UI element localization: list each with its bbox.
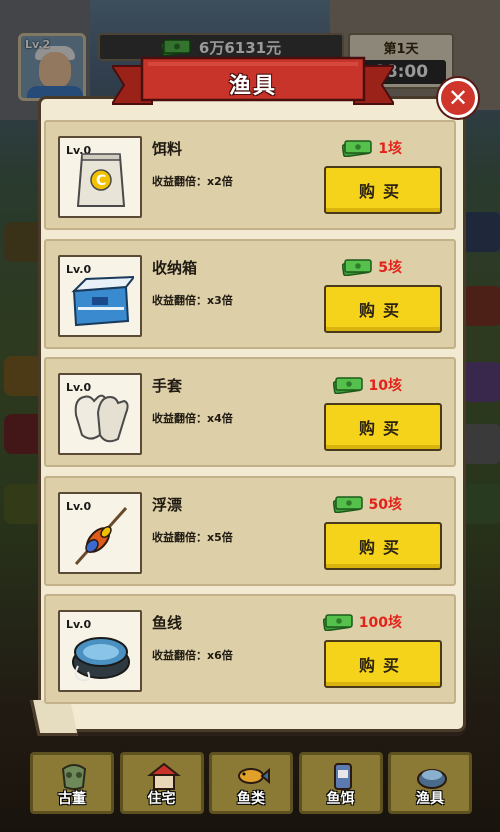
price-amount: 10垓	[368, 378, 402, 394]
item-list: Lv.0 C 饵料 收益翻倍：x2倍 1垓 购买 Lv.0 收纳箱 收益翻倍：x…	[44, 120, 456, 713]
item-thumbnail: Lv.0	[58, 610, 142, 692]
bait-icon	[326, 761, 360, 791]
item-thumbnail: Lv.0	[58, 491, 142, 574]
nav-label: 住宅	[147, 791, 176, 807]
cash-icon	[322, 614, 353, 631]
cash-icon	[342, 140, 372, 157]
antique-icon	[57, 761, 91, 791]
nav-antique[interactable]: 古董	[30, 752, 114, 814]
item-thumbnail: Lv.0 C	[58, 136, 142, 218]
buy-button[interactable]: 购买	[324, 284, 442, 333]
nav-label: 鱼类	[237, 791, 265, 807]
item-name: 收纳箱	[152, 258, 198, 277]
item-price: 50垓	[332, 492, 402, 516]
house-icon	[146, 761, 181, 791]
price-amount: 50垓	[368, 496, 402, 513]
money-amount: 6万6131元	[198, 38, 282, 57]
fish-icon	[236, 761, 270, 791]
item-name: 鱼线	[152, 614, 183, 632]
item-price: 10垓	[332, 373, 402, 397]
buy-button[interactable]: 购买	[324, 640, 442, 688]
nav-label: 鱼饵	[326, 791, 355, 807]
item-price: 100垓	[322, 610, 402, 634]
bait-bag-icon: C	[76, 153, 126, 207]
fishing-line-icon	[72, 637, 130, 682]
item-name: 手套	[152, 377, 183, 395]
item-bonus: 收益翻倍：x4倍	[152, 412, 233, 425]
avatar-face	[39, 52, 71, 88]
nav-gear[interactable]: 渔具	[388, 752, 472, 814]
nav-label: 古董	[58, 791, 86, 807]
gear-icon	[415, 761, 449, 791]
close-button[interactable]: ✕	[438, 78, 478, 118]
nav-fish[interactable]: 鱼类	[209, 752, 293, 814]
list-item: Lv.0 鱼线 收益翻倍：x6倍 100垓 购买	[44, 594, 456, 704]
price-amount: 100垓	[358, 615, 402, 631]
item-thumbnail: Lv.0	[58, 373, 142, 455]
list-item: Lv.0 手套 收益翻倍：x4倍 10垓 购买	[44, 357, 456, 467]
close-icon: ✕	[447, 84, 469, 112]
cash-icon	[332, 377, 363, 394]
item-price: 1垓	[342, 136, 402, 160]
tackle-box-icon	[71, 275, 134, 326]
buy-button[interactable]: 购买	[324, 521, 442, 570]
price-amount: 5垓	[378, 259, 402, 276]
panel-title: 渔具	[228, 74, 277, 99]
nav-house[interactable]: 住宅	[119, 752, 204, 814]
item-bonus: 收益翻倍：x5倍	[152, 530, 233, 544]
cash-icon	[332, 495, 363, 513]
list-item: Lv.0 浮漂 收益翻倍：x5倍 50垓 购买	[44, 475, 456, 586]
price-amount: 1垓	[378, 141, 402, 157]
day-label: 第1天	[383, 42, 419, 57]
buy-button[interactable]: 购买	[324, 166, 442, 214]
player-avatar[interactable]: Lv.2	[18, 33, 86, 101]
float-bobber-icon	[74, 506, 128, 565]
nav-label: 渔具	[416, 791, 444, 807]
player-level: Lv.2	[25, 38, 51, 51]
item-thumbnail: Lv.0	[58, 254, 142, 337]
list-item: Lv.0 收纳箱 收益翻倍：x3倍 5垓 购买	[44, 238, 456, 349]
cash-icon	[160, 38, 191, 56]
item-price: 5垓	[342, 255, 402, 279]
item-bonus: 收益翻倍：x6倍	[152, 649, 233, 662]
item-bonus: 收益翻倍：x3倍	[152, 293, 233, 307]
svg-text:C: C	[96, 173, 106, 189]
cash-icon	[342, 258, 372, 276]
list-item: Lv.0 C 饵料 收益翻倍：x2倍 1垓 购买	[44, 120, 456, 230]
item-bonus: 收益翻倍：x2倍	[152, 175, 233, 188]
nav-bait[interactable]: 鱼饵	[298, 752, 383, 814]
item-name: 饵料	[152, 140, 183, 158]
buy-button[interactable]: 购买	[324, 403, 442, 451]
bottom-nav: 古董 住宅 鱼类 鱼饵 渔具	[30, 752, 472, 814]
item-name: 浮漂	[152, 495, 183, 514]
gloves-icon	[74, 394, 129, 443]
